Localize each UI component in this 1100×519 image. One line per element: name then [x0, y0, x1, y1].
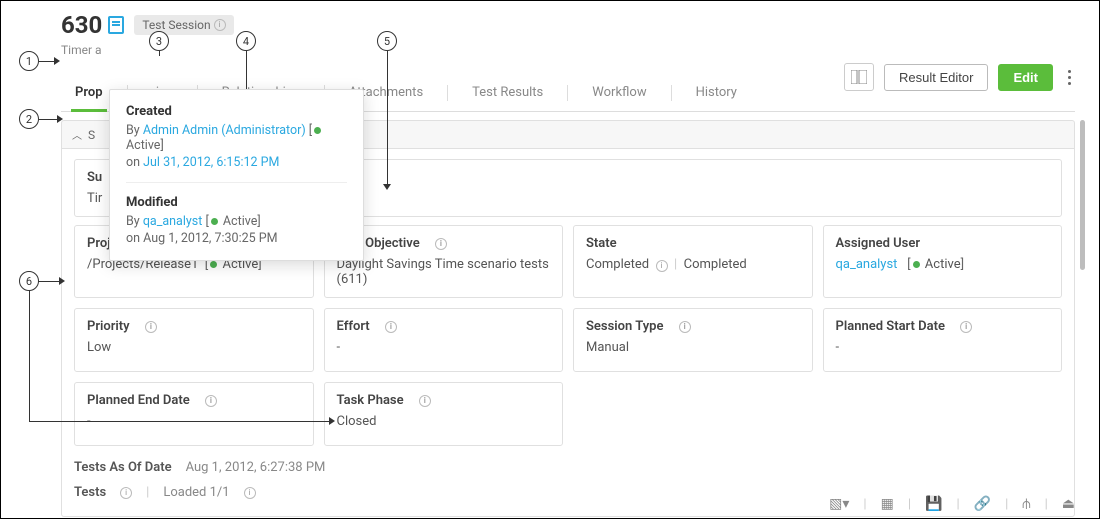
annotation-6: 6	[19, 271, 39, 291]
info-icon[interactable]: i	[205, 395, 217, 407]
tab-test-results[interactable]: Test Results	[458, 75, 557, 111]
info-icon: i	[214, 19, 226, 31]
document-icon	[108, 16, 124, 34]
info-icon[interactable]: i	[419, 395, 431, 407]
item-subtitle: Timer a	[61, 43, 1075, 57]
status-dot-icon	[211, 218, 218, 225]
scrollbar[interactable]	[1080, 120, 1085, 270]
tab-history[interactable]: History	[682, 75, 751, 111]
grid-icon[interactable]: ▦	[881, 496, 894, 512]
annotation-5: 5	[377, 31, 397, 51]
result-editor-button[interactable]: Result Editor	[884, 64, 988, 91]
status-dot-icon	[314, 127, 321, 134]
save-icon[interactable]: 💾	[925, 496, 942, 512]
info-icon[interactable]: i	[120, 487, 132, 499]
chevron-up-icon: ︿	[72, 127, 82, 142]
item-header: 630 Test Session i	[61, 11, 1075, 39]
layout-toggle-button[interactable]	[844, 63, 874, 91]
image-icon[interactable]: ▧▾	[829, 496, 849, 512]
annotation-4: 4	[236, 31, 256, 51]
info-icon[interactable]: i	[656, 260, 668, 272]
field-planned-start: Planned Start Date i -	[823, 308, 1063, 372]
info-icon[interactable]: i	[435, 238, 447, 250]
edit-button[interactable]: Edit	[998, 64, 1053, 91]
status-dot-icon	[210, 261, 217, 268]
created-user-link[interactable]: Admin Admin (Administrator)	[143, 123, 306, 138]
assigned-user-link[interactable]: qa_analyst	[836, 257, 898, 272]
modified-user-link[interactable]: qa_analyst	[143, 214, 203, 229]
created-modified-popover: Created By Admin Admin (Administrator) […	[109, 89, 364, 261]
info-icon[interactable]: i	[244, 487, 256, 499]
toolbar: Result Editor Edit	[844, 63, 1075, 91]
test-objective-link[interactable]: Daylight Savings Time scenario tests (61…	[337, 257, 551, 287]
more-menu-button[interactable]	[1063, 70, 1075, 85]
field-session-type: Session Type i Manual	[573, 308, 813, 372]
annotation-3: 3	[149, 31, 169, 51]
eject-icon[interactable]: ⏏	[1062, 496, 1075, 512]
info-icon[interactable]: i	[960, 321, 972, 333]
link-icon[interactable]: 🔗	[974, 496, 991, 512]
info-icon[interactable]: i	[145, 321, 157, 333]
field-state: State Completed i | Completed	[573, 225, 813, 298]
item-id: 630	[61, 11, 102, 39]
annotation-1: 1	[19, 51, 39, 71]
field-task-phase: Task Phase i Closed	[324, 382, 564, 446]
info-icon[interactable]: i	[679, 321, 691, 333]
field-priority: Priority i Low	[74, 308, 314, 372]
info-icon[interactable]: i	[385, 321, 397, 333]
annotation-2: 2	[19, 109, 39, 129]
tests-as-of-row: Tests As Of Date Aug 1, 2012, 6:27:38 PM	[74, 460, 1062, 475]
field-planned-end: Planned End Date i -	[74, 382, 314, 446]
filter-off-icon[interactable]: ⫛	[1022, 496, 1030, 512]
tab-workflow[interactable]: Workflow	[578, 75, 660, 111]
field-assigned-user: Assigned User qa_analyst [ Active]	[823, 225, 1063, 298]
status-dot-icon	[913, 261, 920, 268]
footer-toolbar: ▧▾ | ▦ | 💾 | 🔗 | ⫛ | ⏏	[829, 496, 1075, 512]
type-chip[interactable]: Test Session i	[134, 15, 233, 35]
created-date-link[interactable]: Jul 31, 2012, 6:15:12 PM	[143, 155, 279, 170]
field-effort: Effort i -	[324, 308, 564, 372]
